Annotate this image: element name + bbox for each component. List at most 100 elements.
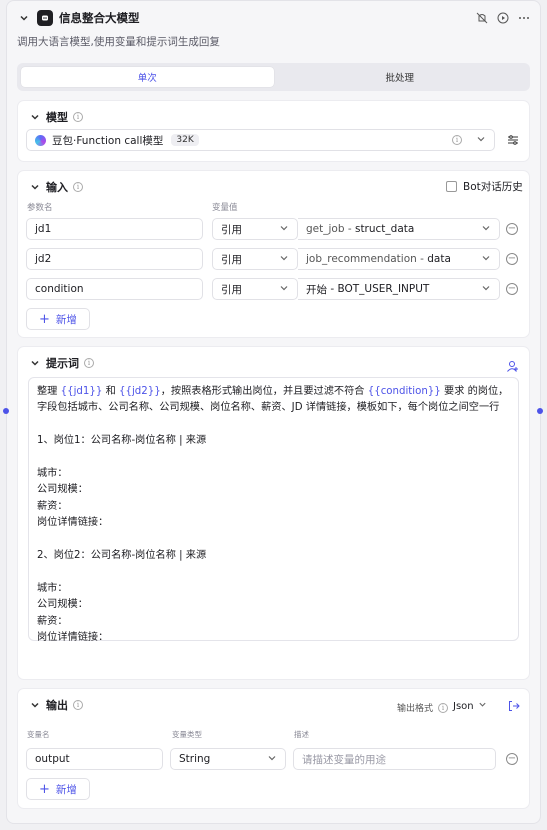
- chevron-down-icon: [279, 253, 289, 266]
- output-section: 输出 i 输出格式 i Json 变量名 变量类型 描述 output Stri…: [17, 688, 530, 809]
- ref-source-select[interactable]: get_job - struct_data: [298, 218, 500, 240]
- tab-batch[interactable]: 批处理: [274, 67, 527, 87]
- output-format-select[interactable]: Json: [453, 700, 487, 712]
- sep: -: [344, 223, 355, 235]
- node-description: 调用大语言模型,使用变量和提示词生成回复: [17, 36, 220, 48]
- add-label: 新增: [55, 783, 77, 796]
- prompt-body: 1、岗位1：公司名称-岗位名称 | 来源 城市： 公司规模： 薪资： 岗位详情链…: [37, 435, 207, 644]
- format-value: Json: [453, 700, 474, 712]
- chevron-down-icon: [478, 700, 487, 712]
- sep: -: [327, 283, 338, 295]
- tab-single[interactable]: 单次: [21, 67, 274, 87]
- chevron-down-icon: [476, 134, 486, 147]
- ref-source-select[interactable]: job_recommendation - data: [298, 248, 500, 270]
- model-select[interactable]: 豆包·Function call模型 32K i: [26, 129, 495, 151]
- input-section: 输入 i Bot对话历史 参数名 变量值 jd1 引用 get_job - st…: [17, 170, 530, 338]
- add-label: 新增: [55, 313, 77, 326]
- info-icon: i: [73, 700, 83, 710]
- var-value-header: 变量值: [212, 203, 238, 213]
- ref-type-select[interactable]: 引用: [212, 218, 298, 240]
- param-name-input[interactable]: jd1: [26, 218, 203, 240]
- output-collapse-icon[interactable]: [28, 698, 42, 712]
- remove-row-icon[interactable]: −: [506, 253, 518, 265]
- param-name-input[interactable]: jd2: [26, 248, 203, 270]
- output-section-title: 输出: [46, 699, 68, 712]
- input-collapse-icon[interactable]: [28, 180, 42, 194]
- add-output-button[interactable]: + 新增: [26, 778, 90, 800]
- var-name-header: 变量名: [27, 730, 50, 739]
- ref-type-value: 引用: [221, 283, 242, 296]
- more-icon[interactable]: [518, 12, 530, 24]
- info-icon: i: [438, 702, 449, 713]
- llm-logo-icon: [37, 10, 53, 26]
- bot-history-checkbox[interactable]: Bot对话历史: [446, 179, 523, 194]
- ref-source: 开始: [306, 283, 327, 296]
- prompt-collapse-icon[interactable]: [28, 356, 42, 370]
- remove-row-icon[interactable]: −: [506, 223, 518, 235]
- type-value: String: [179, 753, 211, 765]
- prompt-editor[interactable]: 整理 {{jd1}} 和 {{jd2}}，按照表格形式输出岗位，并且要过滤不符合…: [28, 377, 519, 644]
- export-icon[interactable]: [508, 700, 520, 715]
- info-icon: i: [73, 182, 83, 192]
- debug-off-icon[interactable]: [476, 12, 488, 24]
- context-badge: 32K: [171, 134, 199, 146]
- collapse-chevron-icon[interactable]: [17, 11, 31, 25]
- chevron-down-icon: [481, 223, 491, 236]
- node-header: 信息整合大模型: [17, 9, 530, 27]
- model-info-icon[interactable]: i: [452, 135, 462, 145]
- chevron-down-icon: [267, 753, 277, 766]
- model-brand-icon: [35, 134, 46, 146]
- prompt-library-icon[interactable]: [506, 360, 519, 376]
- output-format: 输出格式 i: [397, 701, 449, 714]
- prompt-variable: {{jd2}}: [119, 386, 161, 397]
- prompt-text: 和: [102, 386, 120, 397]
- output-format-label: 输出格式: [397, 704, 434, 714]
- ref-source-select[interactable]: 开始 - BOT_USER_INPUT: [298, 278, 500, 300]
- info-icon: i: [84, 358, 94, 368]
- output-port-handle[interactable]: [537, 408, 543, 414]
- ref-type-value: 引用: [221, 253, 242, 266]
- llm-node-card: 信息整合大模型 调用大语言模型,使用变量和提示词生成回复 单次 批处理 模型 i…: [6, 0, 541, 824]
- model-section: 模型 i 豆包·Function call模型 32K i: [17, 100, 530, 162]
- input-section-title: 输入: [46, 181, 68, 194]
- ref-type-select[interactable]: 引用: [212, 278, 298, 300]
- ref-field: BOT_USER_INPUT: [337, 283, 430, 295]
- output-var-name-input[interactable]: output: [26, 748, 163, 770]
- model-settings-icon[interactable]: [507, 134, 519, 149]
- prompt-section-title: 提示词: [46, 357, 79, 370]
- remove-row-icon[interactable]: −: [506, 753, 518, 765]
- prompt-variable: {{condition}}: [367, 386, 441, 397]
- checkbox-icon[interactable]: [446, 181, 457, 192]
- var-type-header: 变量类型: [172, 730, 202, 739]
- ref-field: struct_data: [354, 223, 415, 235]
- prompt-variable: {{jd1}}: [60, 386, 103, 397]
- remove-row-icon[interactable]: −: [506, 283, 518, 295]
- chevron-down-icon: [481, 283, 491, 296]
- run-icon[interactable]: [497, 12, 509, 24]
- bot-history-label: Bot对话历史: [463, 181, 523, 193]
- info-icon: i: [73, 112, 83, 122]
- ref-source: get_job: [306, 223, 345, 235]
- plus-icon: +: [39, 781, 50, 797]
- input-port-handle[interactable]: [3, 408, 9, 414]
- chevron-down-icon: [279, 223, 289, 236]
- ref-source: job_recommendation: [306, 253, 417, 265]
- prompt-section: 提示词 i 整理 {{jd1}} 和 {{jd2}}，按照表格形式输出岗位，并且…: [17, 346, 530, 680]
- mode-tabs: 单次 批处理: [17, 63, 530, 91]
- ref-type-select[interactable]: 引用: [212, 248, 298, 270]
- node-title[interactable]: 信息整合大模型: [59, 10, 140, 26]
- add-input-button[interactable]: + 新增: [26, 308, 90, 330]
- output-description-input[interactable]: 请描述变量的用途: [293, 748, 496, 770]
- model-collapse-icon[interactable]: [28, 110, 42, 124]
- output-type-select[interactable]: String: [170, 748, 286, 770]
- model-name: 豆包·Function call模型: [52, 134, 164, 147]
- model-section-title: 模型: [46, 111, 68, 124]
- chevron-down-icon: [279, 283, 289, 296]
- ref-type-value: 引用: [221, 223, 242, 236]
- param-name-input[interactable]: condition: [26, 278, 203, 300]
- plus-icon: +: [39, 311, 50, 327]
- prompt-text: ，按照表格形式输出岗位，并且要过滤不符合: [160, 386, 368, 397]
- ref-field: data: [427, 253, 451, 265]
- desc-header: 描述: [294, 730, 309, 739]
- prompt-text: 整理: [37, 386, 61, 397]
